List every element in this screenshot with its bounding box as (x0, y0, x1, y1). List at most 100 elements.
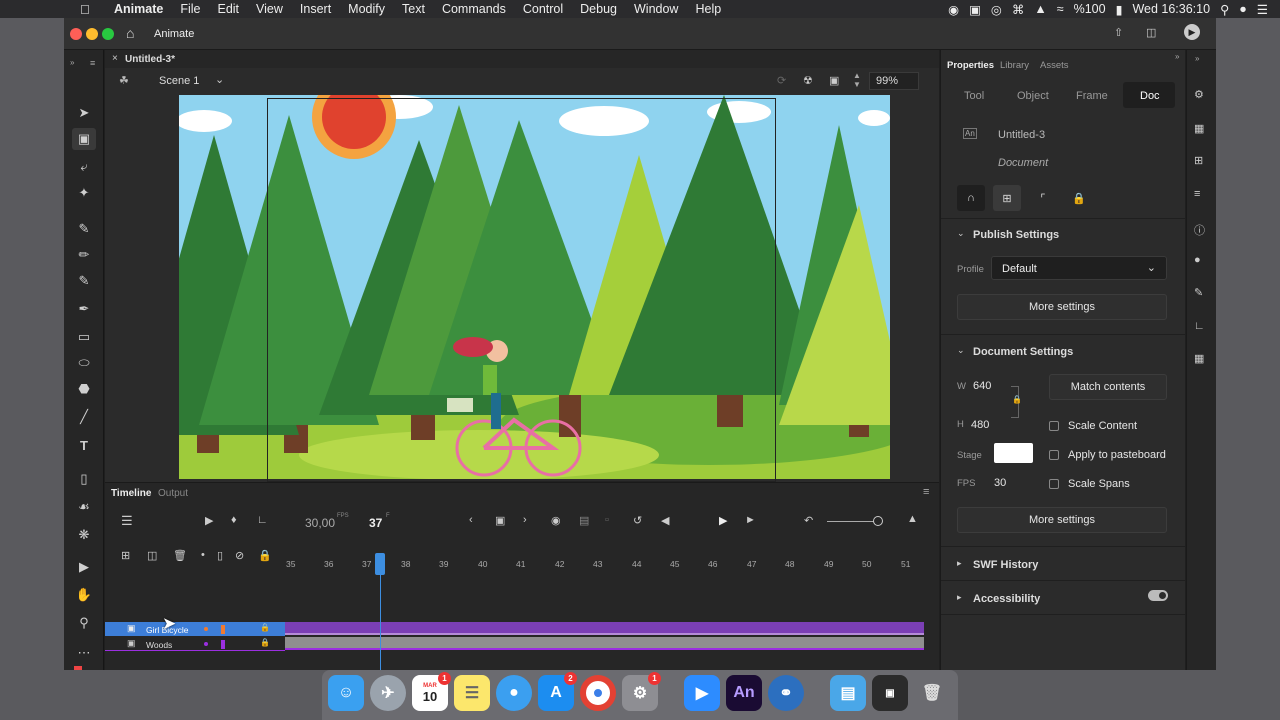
stage-canvas[interactable] (179, 95, 890, 479)
menu-insert[interactable]: Insert (300, 2, 331, 16)
layer-name-woods[interactable]: Woods (146, 640, 172, 650)
rotate-stage-icon[interactable]: ⟳ (777, 74, 786, 87)
parent-view-icon[interactable]: ♦ (231, 514, 237, 526)
library-panel-icon[interactable]: ▦ (1194, 122, 1204, 135)
siri-icon[interactable]: ● (1239, 2, 1247, 16)
scale-spans-checkbox[interactable] (1049, 479, 1059, 489)
tab-timeline[interactable]: Timeline (111, 488, 151, 499)
match-contents-button[interactable]: Match contents (1049, 374, 1167, 400)
polystar-tool-icon[interactable]: ⬣ (72, 378, 96, 400)
onion-skin-icon[interactable]: ◉ (551, 514, 561, 527)
rectangle-tool-icon[interactable]: ▭ (72, 326, 96, 348)
close-window-button[interactable] (70, 28, 82, 40)
lock-all-icon[interactable]: 🔒 (258, 549, 272, 562)
clock[interactable]: Wed 16:36:10 (1132, 2, 1210, 16)
scene-name[interactable]: Scene 1 (159, 75, 199, 87)
delete-layer-icon[interactable]: 🗑 (173, 549, 187, 562)
menu-commands[interactable]: Commands (442, 2, 506, 16)
layer-outline-swatch[interactable] (221, 640, 225, 649)
publish-settings-heading[interactable]: Publish Settings (973, 229, 1059, 241)
loop-icon[interactable]: ↺ (633, 514, 642, 527)
cc-icon[interactable]: ◎ (991, 2, 1002, 17)
menu-view[interactable]: View (256, 2, 283, 16)
wifi-icon[interactable]: ≈ (1057, 2, 1064, 16)
layers-icon[interactable]: ☰ (121, 513, 133, 529)
downloads-folder-icon[interactable]: ▤ (830, 675, 866, 711)
chevron-down-icon[interactable]: ⌄ (957, 228, 965, 239)
workspace-icon[interactable]: ◫ (1146, 26, 1156, 39)
trash-icon[interactable]: 🗑 (914, 675, 950, 711)
height-value[interactable]: 480 (971, 419, 989, 431)
timeline-menu-icon[interactable]: ≡ (923, 486, 929, 498)
apply-pasteboard-checkbox[interactable] (1049, 450, 1059, 460)
scale-content-checkbox[interactable] (1049, 421, 1059, 431)
motion-presets-icon[interactable]: ⚙ (1194, 88, 1204, 101)
subtab-object[interactable]: Object (1017, 90, 1049, 102)
tab-output[interactable]: Output (158, 488, 188, 499)
motion-editor-icon[interactable]: ∟ (1194, 320, 1205, 332)
messages-icon[interactable]: ● (496, 675, 532, 711)
fps-field[interactable]: 30 (994, 477, 1006, 489)
text-tool-icon[interactable]: T (72, 434, 96, 456)
zoom-stepper-icon[interactable]: ▲ ▼ (853, 71, 861, 89)
document-settings-heading[interactable]: Document Settings (973, 346, 1073, 358)
document-tab[interactable]: × Untitled-3* (105, 50, 939, 68)
apple-icon[interactable]:  (80, 2, 96, 17)
fps-value[interactable]: 30,00 (305, 516, 335, 530)
tools-menu-icon[interactable]: ≡ (90, 58, 95, 68)
finder-icon[interactable]: ☺ (328, 675, 364, 711)
search-icon[interactable]: ⚲ (1220, 2, 1229, 17)
menu-modify[interactable]: Modify (348, 2, 385, 16)
profile-select[interactable]: Default ⌄ (991, 256, 1167, 280)
stroke-color-swatch[interactable] (74, 666, 82, 670)
subtab-frame[interactable]: Frame (1076, 90, 1108, 102)
share-icon[interactable]: ⇧ (1114, 26, 1123, 39)
stage-color-swatch[interactable] (994, 443, 1033, 463)
tab-library[interactable]: Library (1000, 60, 1029, 71)
camera-tool-icon[interactable]: ▶ (72, 556, 96, 578)
center-stage-icon[interactable]: ☢ (803, 74, 813, 87)
battery-icon[interactable]: ▮ (1116, 2, 1123, 17)
undo-icon[interactable]: ↶ (804, 514, 813, 527)
new-folder-icon[interactable]: ◫ (147, 549, 157, 562)
hand-tool-icon[interactable]: ✋ (72, 584, 96, 606)
subtab-tool[interactable]: Tool (964, 90, 984, 102)
more-tools-icon[interactable]: ⋯ (72, 642, 96, 664)
playhead[interactable] (375, 553, 385, 575)
camera-icon[interactable]: ▶ (205, 514, 213, 527)
new-layer-icon[interactable]: ⊞ (121, 549, 130, 562)
pen-tool-icon[interactable]: ✒ (72, 298, 96, 320)
eyedropper-tool-icon[interactable]: ❋ (72, 524, 96, 546)
layer-lock-icon[interactable]: 🔒 (260, 623, 270, 632)
snap-align-icon[interactable]: ⊞ (993, 185, 1021, 211)
minimize-window-button[interactable] (86, 28, 98, 40)
notes-icon[interactable]: ☰ (454, 675, 490, 711)
menu-window[interactable]: Window (634, 2, 678, 16)
pin-tool-icon[interactable]: ✦ (72, 182, 96, 204)
prev-keyframe-icon[interactable]: ‹ (469, 514, 473, 526)
tab-assets[interactable]: Assets (1040, 60, 1069, 71)
eraser-tool-icon[interactable]: ▯ (72, 468, 96, 490)
chain-lock-icon[interactable]: 🔒 (1012, 395, 1022, 404)
width-value[interactable]: 640 (973, 380, 991, 392)
swf-history-heading[interactable]: SWF History (973, 559, 1038, 571)
app-store-icon[interactable]: A2 (538, 672, 577, 711)
layer-lock-icon[interactable]: 🔒 (260, 638, 270, 647)
zoom-slider[interactable] (827, 521, 877, 522)
free-transform-tool-icon[interactable]: ▣ (72, 128, 96, 150)
lasso-tool-icon[interactable]: ⤶ (72, 156, 96, 178)
snap-corner-icon[interactable]: ⌜ (1029, 185, 1057, 211)
accessibility-heading[interactable]: Accessibility (973, 593, 1040, 605)
chevron-down-icon[interactable]: ⌄ (957, 345, 965, 356)
brush-tool-icon[interactable]: ✎ (72, 218, 96, 240)
chevron-right-icon[interactable]: ▸ (957, 558, 962, 569)
play-icon[interactable]: ▶ (719, 514, 727, 527)
launchpad-icon[interactable]: ✈ (370, 675, 406, 711)
color-panel-icon[interactable]: ● (1194, 254, 1201, 266)
zoom-field[interactable]: 99% (869, 72, 919, 90)
frame-value[interactable]: 37 (369, 516, 382, 530)
edit-multiple-icon[interactable]: ▤ (579, 514, 589, 527)
zoom-window-button[interactable] (102, 28, 114, 40)
menu-edit[interactable]: Edit (217, 2, 239, 16)
calendar-icon[interactable]: MAR 10 1 (412, 672, 451, 711)
